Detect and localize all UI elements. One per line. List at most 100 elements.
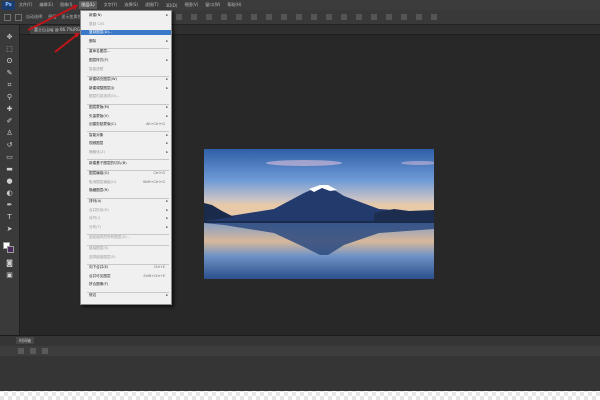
layer-menu-item-30[interactable]: 修边 ▸ bbox=[81, 293, 171, 298]
layer-menu-item-label: 选择链接图层(S) bbox=[89, 254, 116, 259]
distribute-vcenter-icon[interactable] bbox=[281, 14, 287, 20]
layer-menu-item-26[interactable]: 选择链接图层(S) bbox=[81, 255, 171, 260]
quick-mask-icon[interactable]: ◙ bbox=[5, 259, 14, 268]
3d-slide-icon[interactable] bbox=[416, 14, 422, 20]
layer-menu-item-29[interactable]: 拼合图像(F) bbox=[81, 282, 171, 287]
layer-menu-item-3[interactable]: 删除 ▸ bbox=[81, 39, 171, 44]
layer-menu-item-28[interactable]: 合并可见图层 Shift+Ctrl+E bbox=[81, 274, 171, 279]
3d-drag-icon[interactable] bbox=[401, 14, 407, 20]
align-right-icon[interactable] bbox=[251, 14, 257, 20]
3d-scale-icon[interactable] bbox=[431, 14, 437, 20]
align-left-icon[interactable] bbox=[221, 14, 227, 20]
menu-view[interactable]: 视图(V) bbox=[184, 2, 198, 8]
layer-menu-item-12[interactable]: 创建剪贴蒙版(C) Alt+Ctrl+G bbox=[81, 122, 171, 127]
menu-file[interactable]: 文件(F) bbox=[19, 2, 32, 8]
menu-type[interactable]: 文字(Y) bbox=[104, 2, 118, 8]
layer-menu-item-label: 锁定组内的所有图层(X)... bbox=[89, 235, 131, 240]
history-brush-icon[interactable]: ↺ bbox=[5, 141, 14, 150]
layer-menu-item-25[interactable]: 链接图层(K) bbox=[81, 246, 171, 251]
move-tool-icon[interactable]: ✥ bbox=[5, 33, 14, 42]
layer-menu-item-23[interactable]: 分布(T) ▸ bbox=[81, 225, 171, 230]
eyedropper-tool-icon[interactable]: ⚲ bbox=[5, 93, 14, 102]
type-tool-icon[interactable]: T bbox=[5, 213, 14, 222]
menu-bar: Ps 文件(F) 编辑(E) 图像(I) 图层(L) 文字(Y) 选择(S) 滤… bbox=[0, 0, 600, 10]
distribute-hcenter-icon[interactable] bbox=[326, 14, 332, 20]
layer-menu-item-9[interactable]: 图层内容选项(O)... bbox=[81, 94, 171, 99]
gradient-tool-icon[interactable]: ▬ bbox=[5, 165, 14, 174]
layer-menu-item-18[interactable]: 取消图层编组(U) Shift+Ctrl+G bbox=[81, 180, 171, 185]
menu-3d[interactable]: 3D(D) bbox=[166, 3, 178, 8]
quick-select-tool-icon[interactable]: ✎ bbox=[5, 69, 14, 78]
layer-menu-shortcut: Ctrl+E bbox=[153, 265, 165, 270]
layer-menu-item-16[interactable]: 新建基于图层的切片(B) bbox=[81, 161, 171, 166]
layer-menu-item-14[interactable]: 视频图层 ▸ bbox=[81, 141, 171, 146]
menu-filter[interactable]: 滤镜(T) bbox=[145, 2, 159, 8]
timeline-tab[interactable]: 时间轴 bbox=[16, 337, 34, 344]
clone-stamp-icon[interactable]: ♙ bbox=[5, 129, 14, 138]
lasso-tool-icon[interactable]: ʘ bbox=[5, 57, 14, 66]
blur-tool-icon[interactable]: ● bbox=[5, 177, 14, 186]
play-icon[interactable] bbox=[30, 348, 36, 354]
align-top-icon[interactable] bbox=[176, 14, 182, 20]
layer-menu-item-10[interactable]: 图层蒙版(M) ▸ bbox=[81, 105, 171, 110]
distribute-left-icon[interactable] bbox=[311, 14, 317, 20]
auto-select-checkbox[interactable] bbox=[15, 13, 22, 21]
layer-menu-item-17[interactable]: 图层编组(G) Ctrl+G bbox=[81, 171, 171, 176]
layer-menu-item-4[interactable]: 重命名图层... bbox=[81, 49, 171, 54]
3d-roll-icon[interactable] bbox=[386, 14, 392, 20]
layer-menu-item-24[interactable]: 锁定组内的所有图层(X)... bbox=[81, 235, 171, 240]
layer-menu-item-22[interactable]: 对齐(I) ▸ bbox=[81, 216, 171, 221]
first-frame-icon[interactable] bbox=[18, 348, 24, 354]
menu-select[interactable]: 选择(S) bbox=[124, 2, 138, 8]
layer-menu-item-label: 合并可见图层 bbox=[89, 273, 111, 278]
photoshop-window: Ps 文件(F) 编辑(E) 图像(I) 图层(L) 文字(Y) 选择(S) 滤… bbox=[0, 0, 600, 391]
menu-layer[interactable]: 图层(L) bbox=[79, 1, 97, 9]
healing-brush-icon[interactable]: ✚ bbox=[5, 105, 14, 114]
eraser-tool-icon[interactable]: ▭ bbox=[5, 153, 14, 162]
layer-menu-item-6[interactable]: 智能滤镜 bbox=[81, 67, 171, 72]
align-bottom-icon[interactable] bbox=[206, 14, 212, 20]
layer-menu-item-13[interactable]: 智能对象 ▸ bbox=[81, 133, 171, 138]
auto-select-target[interactable]: 图层 bbox=[48, 14, 56, 20]
layer-menu-item-5[interactable]: 图层样式(Y) ▸ bbox=[81, 58, 171, 63]
distribute-bottom-icon[interactable] bbox=[296, 14, 302, 20]
menu-image[interactable]: 图像(I) bbox=[60, 2, 72, 8]
layer-menu-item-1[interactable]: 复制 CSS bbox=[81, 22, 171, 27]
3d-mode-icon[interactable] bbox=[356, 14, 362, 20]
layer-menu-item-20[interactable]: 排列(A) ▸ bbox=[81, 199, 171, 204]
brush-tool-icon[interactable]: ✐ bbox=[5, 117, 14, 126]
layer-menu-item-7[interactable]: 新建填充图层(W) ▸ bbox=[81, 77, 171, 82]
layer-menu-item-11[interactable]: 矢量蒙版(V) ▸ bbox=[81, 114, 171, 119]
align-vcenter-icon[interactable] bbox=[191, 14, 197, 20]
dodge-tool-icon[interactable]: ◐ bbox=[5, 189, 14, 198]
marquee-tool-icon[interactable]: ⬚ bbox=[5, 45, 14, 54]
menu-window[interactable]: 窗口(W) bbox=[205, 2, 220, 8]
layer-menu-item-27[interactable]: 向下合并(E) Ctrl+E bbox=[81, 265, 171, 270]
3d-rotate-icon[interactable] bbox=[371, 14, 377, 20]
submenu-arrow-icon: ▸ bbox=[166, 113, 168, 118]
layer-menu-item-2[interactable]: 复制图层(D)... bbox=[81, 30, 171, 36]
pen-tool-icon[interactable]: ✒ bbox=[5, 201, 14, 210]
align-hcenter-icon[interactable] bbox=[236, 14, 242, 20]
layer-menu-shortcut: Shift+Ctrl+G bbox=[142, 179, 165, 184]
align-buttons bbox=[176, 14, 446, 20]
crop-tool-icon[interactable]: ⌗ bbox=[5, 81, 14, 90]
move-tool-preset-icon[interactable] bbox=[4, 13, 11, 21]
layer-menu-item-15[interactable]: 栅格化(Z) ▸ bbox=[81, 150, 171, 155]
background-color-swatch[interactable] bbox=[7, 246, 14, 253]
layer-menu-item-19[interactable]: 隐藏图层(R) bbox=[81, 188, 171, 193]
layer-menu-item-8[interactable]: 新建调整图层(J) ▸ bbox=[81, 86, 171, 91]
menu-edit[interactable]: 编辑(E) bbox=[39, 2, 53, 8]
layer-menu-item-0[interactable]: 新建(N) ▸ bbox=[81, 13, 171, 18]
distribute-right-icon[interactable] bbox=[341, 14, 347, 20]
layer-menu-item-label: 创建剪贴蒙版(C) bbox=[89, 122, 116, 127]
layer-menu-item-21[interactable]: 合并形状(H) ▸ bbox=[81, 208, 171, 213]
layer-menu-item-label: 复制 CSS bbox=[89, 21, 105, 26]
screen-mode-icon[interactable]: ▣ bbox=[5, 271, 14, 280]
layer-menu-item-label: 新建调整图层(J) bbox=[89, 85, 115, 90]
next-frame-icon[interactable] bbox=[42, 348, 48, 354]
layer-menu-item-label: 图层样式(Y) bbox=[89, 58, 109, 62]
path-select-icon[interactable]: ➤ bbox=[5, 225, 14, 234]
menu-help[interactable]: 帮助(H) bbox=[227, 2, 241, 8]
distribute-top-icon[interactable] bbox=[266, 14, 272, 20]
